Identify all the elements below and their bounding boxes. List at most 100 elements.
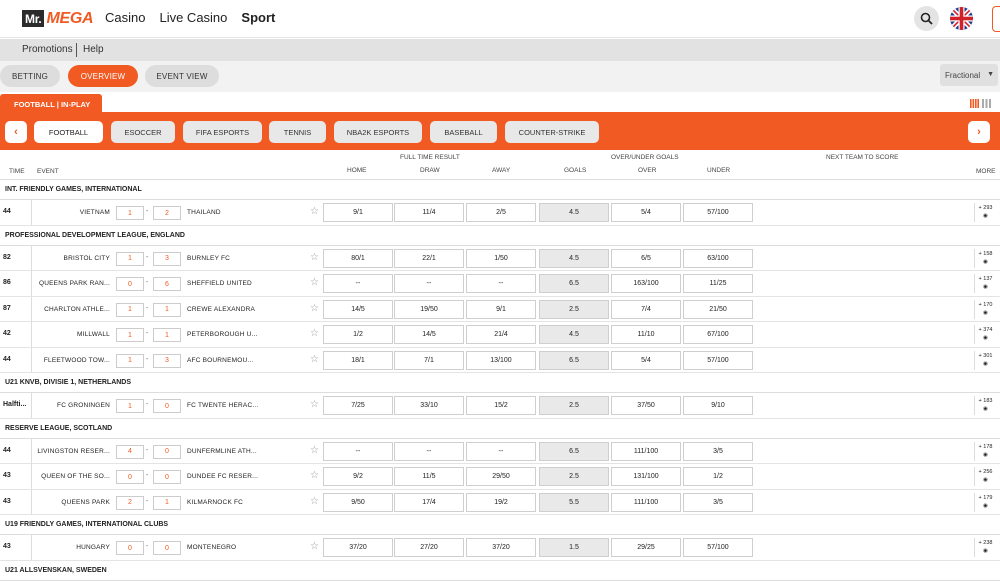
odds-draw[interactable]: 22/1	[394, 248, 464, 268]
more-markets-button[interactable]: + 158 ◉	[974, 248, 996, 268]
home-team[interactable]: BRISTOL CITY	[34, 255, 110, 262]
sport-baseball[interactable]: BASEBALL	[430, 121, 497, 143]
nav-casino[interactable]: Casino	[105, 10, 145, 25]
help-link[interactable]: Help	[83, 44, 104, 55]
more-markets-button[interactable]: + 137 ◉	[974, 274, 996, 293]
more-markets-button[interactable]: + 301 ◉	[974, 350, 996, 370]
home-team[interactable]: QUEEN OF THE SO...	[34, 473, 110, 480]
league-header[interactable]: RESERVE LEAGUE, SCOTLAND	[0, 418, 1000, 439]
odds-away[interactable]: 1/50	[466, 248, 536, 268]
odds-over[interactable]: 29/25	[611, 538, 681, 557]
away-team[interactable]: DUNDEE FC RESER...	[187, 473, 267, 480]
odds-home[interactable]: 80/1	[323, 248, 393, 268]
odds-away[interactable]: 13/100	[466, 350, 536, 370]
favourite-star-icon[interactable]: ☆	[310, 354, 319, 365]
more-markets-button[interactable]: + 183 ◉	[974, 396, 996, 415]
odds-under[interactable]: 3/5	[683, 492, 753, 512]
more-markets-button[interactable]: + 238 ◉	[974, 538, 996, 557]
more-markets-button[interactable]: + 256 ◉	[974, 467, 996, 486]
odds-away[interactable]: 37/20	[466, 538, 536, 557]
overview-button[interactable]: OVERVIEW	[68, 65, 138, 87]
odds-draw[interactable]: 17/4	[394, 492, 464, 512]
league-header[interactable]: U21 KNVB, DIVISIE 1, NETHERLANDS	[0, 373, 1000, 393]
odds-under[interactable]: 57/100	[683, 350, 753, 370]
odds-home[interactable]: 14/5	[323, 299, 393, 319]
odds-over[interactable]: 111/100	[611, 441, 681, 461]
account-button[interactable]	[992, 6, 1000, 32]
odds-home[interactable]: 9/50	[323, 492, 393, 512]
odds-under[interactable]: 3/5	[683, 441, 753, 461]
favourite-star-icon[interactable]: ☆	[310, 206, 319, 217]
home-team[interactable]: HUNGARY	[34, 544, 110, 551]
away-team[interactable]: CREWE ALEXANDRA	[187, 306, 267, 313]
scroll-left-button[interactable]: ‹	[5, 121, 27, 143]
more-markets-button[interactable]: + 374 ◉	[974, 325, 996, 344]
odds-over[interactable]: 5/4	[611, 350, 681, 370]
event-view-button[interactable]: EVENT VIEW	[145, 65, 219, 87]
favourite-star-icon[interactable]: ☆	[310, 496, 319, 507]
odds-over[interactable]: 6/5	[611, 248, 681, 268]
more-markets-button[interactable]: + 179 ◉	[974, 492, 996, 512]
nav-sport[interactable]: Sport	[241, 10, 275, 25]
home-team[interactable]: LIVINGSTON RESER...	[34, 448, 110, 455]
odds-over[interactable]: 111/100	[611, 492, 681, 512]
odds-away[interactable]: 15/2	[466, 396, 536, 415]
home-team[interactable]: CHARLTON ATHLE...	[34, 306, 110, 313]
odds-home[interactable]: 18/1	[323, 350, 393, 370]
home-team[interactable]: FC GRONINGEN	[34, 402, 110, 409]
odds-over[interactable]: 37/50	[611, 396, 681, 415]
odds-draw[interactable]: 11/4	[394, 203, 464, 222]
betting-button[interactable]: BETTING	[0, 65, 60, 87]
favourite-star-icon[interactable]: ☆	[310, 328, 319, 339]
odds-under[interactable]: 1/2	[683, 467, 753, 486]
odds-home[interactable]: --	[323, 274, 393, 293]
odds-over[interactable]: 163/100	[611, 274, 681, 293]
mrmega-logo[interactable]: Mr. MEGA	[22, 10, 94, 27]
league-header[interactable]: PROFESSIONAL DEVELOPMENT LEAGUE, ENGLAND	[0, 225, 1000, 246]
odds-away[interactable]: 21/4	[466, 325, 536, 344]
league-header[interactable]: U19 FRIENDLY GAMES, INTERNATIONAL CLUBS	[0, 515, 1000, 535]
away-team[interactable]: DUNFERMLINE ATH...	[187, 448, 267, 455]
odds-away[interactable]: --	[466, 441, 536, 461]
odds-home[interactable]: 1/2	[323, 325, 393, 344]
odds-away[interactable]: --	[466, 274, 536, 293]
odds-home[interactable]: 9/2	[323, 467, 393, 486]
favourite-star-icon[interactable]: ☆	[310, 277, 319, 288]
odds-home[interactable]: 7/25	[323, 396, 393, 415]
favourite-star-icon[interactable]: ☆	[310, 541, 319, 552]
columns-grey-icon[interactable]	[982, 99, 991, 108]
columns-orange-icon[interactable]	[970, 99, 979, 108]
favourite-star-icon[interactable]: ☆	[310, 303, 319, 314]
odds-under[interactable]: 21/50	[683, 299, 753, 319]
odds-away[interactable]: 2/5	[466, 203, 536, 222]
odds-over[interactable]: 131/100	[611, 467, 681, 486]
sport-nba2k-esports[interactable]: NBA2K ESPORTS	[334, 121, 422, 143]
favourite-star-icon[interactable]: ☆	[310, 445, 319, 456]
odds-draw[interactable]: 7/1	[394, 350, 464, 370]
favourite-star-icon[interactable]: ☆	[310, 399, 319, 410]
odds-under[interactable]: 57/100	[683, 538, 753, 557]
odds-away[interactable]: 29/50	[466, 467, 536, 486]
odds-away[interactable]: 9/1	[466, 299, 536, 319]
odds-draw[interactable]: 19/50	[394, 299, 464, 319]
sport-esoccer[interactable]: ESOCCER	[111, 121, 175, 143]
away-team[interactable]: FC TWENTE HERAC...	[187, 402, 267, 409]
odds-home[interactable]: 37/20	[323, 538, 393, 557]
odds-over[interactable]: 5/4	[611, 203, 681, 222]
sport-fifa-esports[interactable]: FIFA ESPORTS	[183, 121, 262, 143]
more-markets-button[interactable]: + 178 ◉	[974, 441, 996, 461]
odds-draw[interactable]: --	[394, 441, 464, 461]
odds-home[interactable]: 9/1	[323, 203, 393, 222]
home-team[interactable]: QUEENS PARK	[34, 499, 110, 506]
odds-draw[interactable]: 14/5	[394, 325, 464, 344]
sport-tennis[interactable]: TENNIS	[269, 121, 326, 143]
odds-draw[interactable]: 33/10	[394, 396, 464, 415]
odds-over[interactable]: 7/4	[611, 299, 681, 319]
odds-away[interactable]: 19/2	[466, 492, 536, 512]
scroll-right-button[interactable]: ›	[968, 121, 990, 143]
league-header[interactable]: U21 ALLSVENSKAN, SWEDEN	[0, 560, 1000, 581]
favourite-star-icon[interactable]: ☆	[310, 252, 319, 263]
away-team[interactable]: SHEFFIELD UNITED	[187, 280, 267, 287]
sport-football[interactable]: FOOTBALL	[34, 121, 103, 143]
home-team[interactable]: QUEENS PARK RAN...	[34, 280, 110, 287]
